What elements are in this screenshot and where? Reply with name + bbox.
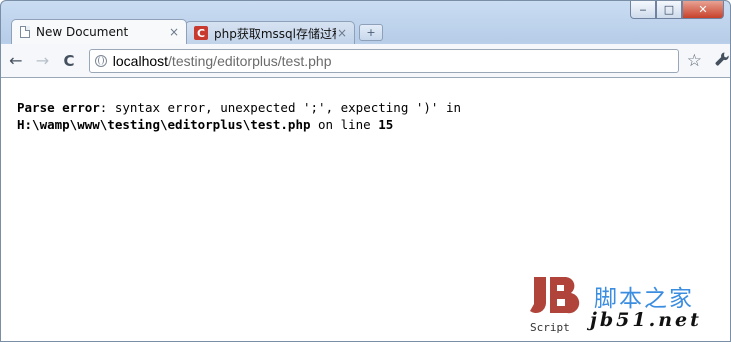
- back-button[interactable]: ←: [4, 49, 28, 73]
- tab-new-document[interactable]: New Document ×: [11, 19, 187, 44]
- document-icon: [20, 26, 30, 38]
- minimize-button[interactable]: ‒: [630, 1, 656, 19]
- error-file: H:\wamp\www\testing\editorplus\test.php: [17, 117, 311, 132]
- bookmark-star-icon[interactable]: ☆: [687, 51, 702, 71]
- reload-button[interactable]: C: [57, 49, 81, 73]
- page-content: Parse error: syntax error, unexpected ';…: [1, 78, 730, 341]
- toolbar: ← → C localhost/testing/editorplus/test.…: [1, 44, 730, 78]
- tab-title: New Document: [36, 25, 129, 39]
- error-on-line: on line: [310, 117, 379, 132]
- tab-php-mssql[interactable]: C php获取mssql存储过程... ×: [185, 21, 355, 44]
- watermark-site-name: 脚本之家: [594, 286, 694, 312]
- browser-window: ‒ □ ✕ New Document × C php获取mssql存储过程...…: [0, 0, 731, 342]
- address-bar[interactable]: localhost/testing/editorplus/test.php: [88, 48, 679, 73]
- new-tab-button[interactable]: +: [359, 24, 383, 41]
- watermark-script-label: Script: [530, 321, 570, 334]
- c-logo-icon: C: [194, 26, 208, 40]
- globe-icon: [94, 54, 107, 67]
- error-text: : syntax error, unexpected ';', expectin…: [99, 100, 462, 115]
- jb-logo-icon: [530, 277, 580, 314]
- tab-close-icon[interactable]: ×: [336, 26, 348, 40]
- window-controls: ‒ □ ✕: [630, 1, 724, 21]
- url-host: localhost: [112, 52, 169, 69]
- wrench-menu-icon[interactable]: [714, 51, 730, 71]
- close-window-button[interactable]: ✕: [682, 1, 724, 19]
- error-line-number: 15: [378, 117, 394, 132]
- php-error-message: Parse error: syntax error, unexpected ';…: [17, 99, 461, 133]
- error-label: Parse error: [17, 100, 100, 115]
- maximize-button[interactable]: □: [656, 1, 682, 19]
- tab-title: php获取mssql存储过程...: [214, 26, 336, 41]
- watermark-site-url: jb51.net: [590, 309, 702, 331]
- url-path: /testing/editorplus/test.php: [168, 52, 332, 69]
- tab-strip: New Document × C php获取mssql存储过程... × +: [11, 18, 383, 44]
- site-watermark: Script 脚本之家 jb51.net: [524, 275, 724, 337]
- forward-button[interactable]: →: [31, 49, 55, 73]
- tab-close-icon[interactable]: ×: [168, 25, 180, 39]
